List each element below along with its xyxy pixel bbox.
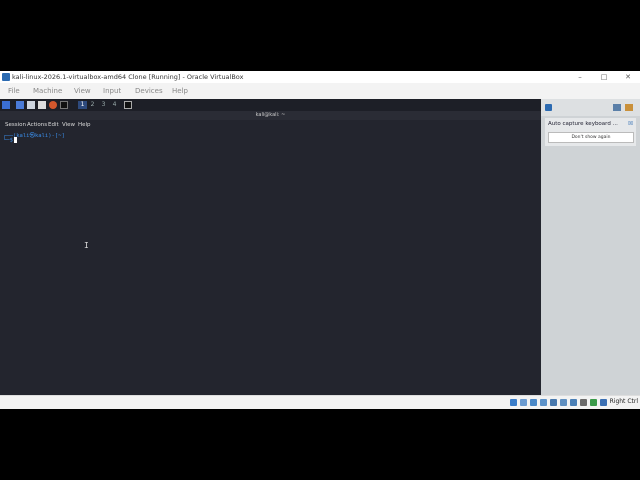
file-manager-icon[interactable] (27, 101, 35, 109)
minimize-button[interactable]: – (570, 71, 590, 83)
shared-folders-icon[interactable] (560, 399, 567, 406)
terminal-menu-help[interactable]: Help (78, 122, 91, 128)
cpu-activity-icon[interactable] (590, 399, 597, 406)
audio-icon[interactable] (530, 399, 537, 406)
workspace-3[interactable]: 3 (99, 101, 108, 109)
menu-input[interactable]: Input (103, 87, 121, 95)
terminal-titlebar[interactable]: kali@kali: ~ (0, 111, 541, 120)
terminal-task-icon[interactable] (124, 101, 132, 109)
workspace-4[interactable]: 4 (110, 101, 119, 109)
text-cursor (13, 137, 17, 143)
host-key-label: Right Ctrl (609, 398, 638, 405)
kali-menu-icon[interactable] (2, 101, 10, 109)
menu-machine[interactable]: Machine (33, 87, 62, 95)
guest-display[interactable]: 1 2 3 4 kali@kali: ~ Session Actions Edi… (0, 99, 541, 395)
terminal-menu-session[interactable]: Session (5, 122, 26, 128)
terminal-menu-edit[interactable]: Edit (48, 122, 59, 128)
workspace-1[interactable]: 1 (78, 101, 87, 109)
dont-show-again-label: Don't show again (571, 135, 611, 140)
recording-icon[interactable] (580, 399, 587, 406)
screen-icon[interactable] (613, 104, 621, 111)
text-editor-icon[interactable] (38, 101, 46, 109)
usb-icon[interactable] (550, 399, 557, 406)
hard-disk-icon[interactable] (510, 399, 517, 406)
terminal-launcher-icon[interactable] (60, 101, 68, 109)
auto-capture-notification: Auto capture keyboard ... ☒ Don't show a… (545, 118, 636, 146)
notification-close-icon[interactable]: ☒ (628, 121, 633, 127)
firefox-icon[interactable] (49, 101, 57, 109)
mouse-integration-icon[interactable] (600, 399, 607, 406)
terminal-title: kali@kali: ~ (255, 112, 286, 118)
terminal-body[interactable]: ┌──(kali㉿kali)-[~] └─$ I (0, 130, 541, 395)
terminal-prompt-symbol: └─$ (3, 137, 13, 144)
optical-drive-icon[interactable] (520, 399, 527, 406)
notification-area: Auto capture keyboard ... ☒ Don't show a… (541, 99, 640, 395)
menu-devices[interactable]: Devices (135, 87, 163, 95)
terminal-menubar: Session Actions Edit View Help (0, 120, 541, 130)
maximize-button[interactable]: □ (594, 71, 614, 83)
dont-show-again-button[interactable]: Don't show again (548, 132, 634, 143)
workspace-2[interactable]: 2 (88, 101, 97, 109)
notification-text: Auto capture keyboard ... (548, 121, 618, 127)
close-button[interactable]: ✕ (618, 71, 638, 83)
kali-top-panel: 1 2 3 4 (0, 99, 541, 111)
window-titlebar[interactable]: kali-linux-2026.1-virtualbox-amd64 Clone… (0, 71, 640, 83)
settings-icon[interactable] (625, 104, 633, 111)
menu-file[interactable]: File (8, 87, 20, 95)
vbox-menubar: File Machine View Input Devices Help (0, 83, 640, 99)
menu-view[interactable]: View (74, 87, 91, 95)
terminal-menu-actions[interactable]: Actions (27, 122, 47, 128)
info-icon (545, 104, 552, 111)
virtualbox-app-icon (2, 73, 10, 81)
ibeam-cursor-icon: I (84, 241, 89, 250)
menu-help[interactable]: Help (172, 87, 188, 95)
terminal-menu-view[interactable]: View (62, 122, 75, 128)
display-icon[interactable] (570, 399, 577, 406)
window-title: kali-linux-2026.1-virtualbox-amd64 Clone… (12, 73, 244, 81)
network-icon[interactable] (540, 399, 547, 406)
notification-topbar (541, 99, 640, 116)
vbox-statusbar: Right Ctrl (0, 395, 640, 409)
terminal-prompt-line-2: └─$ (3, 137, 17, 144)
virtualbox-window: kali-linux-2026.1-virtualbox-amd64 Clone… (0, 71, 640, 409)
show-desktop-icon[interactable] (16, 101, 24, 109)
